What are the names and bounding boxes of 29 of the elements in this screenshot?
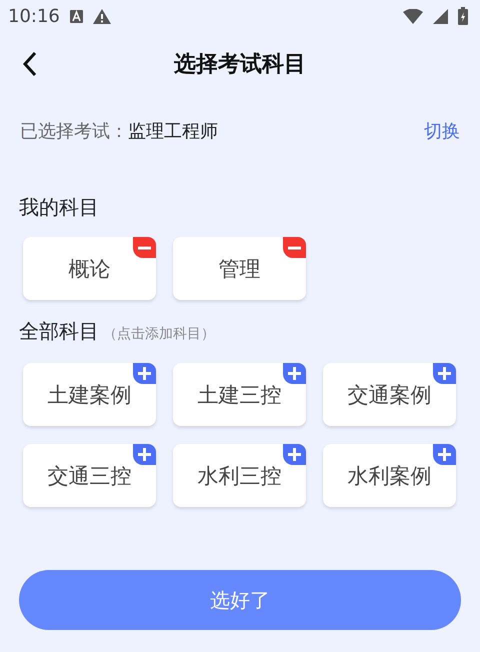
switch-link[interactable]: 切换: [424, 119, 460, 143]
subject-card[interactable]: 管理: [173, 237, 306, 300]
section-hint: （点击添加科目）: [103, 325, 215, 343]
signal-icon: [433, 8, 448, 24]
wifi-icon: [403, 8, 423, 24]
plus-icon[interactable]: [283, 444, 306, 465]
subject-card[interactable]: 土建案例: [23, 363, 156, 426]
section-heading: 我的科目: [19, 194, 99, 221]
exam-label: 已选择考试：: [20, 120, 128, 143]
page-title: 选择考试科目: [174, 51, 306, 79]
battery-icon: [458, 7, 468, 25]
plus-icon[interactable]: [433, 363, 456, 384]
subject-card[interactable]: 水利案例: [323, 444, 456, 507]
plus-icon[interactable]: [133, 363, 156, 384]
exam-name: 监理工程师: [128, 120, 218, 143]
warning-icon: [92, 8, 111, 24]
subject-card[interactable]: 交通三控: [23, 444, 156, 507]
subject-card[interactable]: 土建三控: [173, 363, 306, 426]
status-time: 10:16: [8, 6, 60, 26]
minus-icon[interactable]: [283, 237, 306, 258]
subject-card[interactable]: 交通案例: [323, 363, 456, 426]
plus-icon[interactable]: [133, 444, 156, 465]
plus-icon[interactable]: [433, 444, 456, 465]
subject-card[interactable]: 水利三控: [173, 444, 306, 507]
section-heading: 全部科目: [19, 318, 99, 345]
plus-icon[interactable]: [283, 363, 306, 384]
minus-icon[interactable]: [133, 237, 156, 258]
keyboard-icon: [70, 10, 83, 22]
subject-card[interactable]: 概论: [23, 237, 156, 300]
